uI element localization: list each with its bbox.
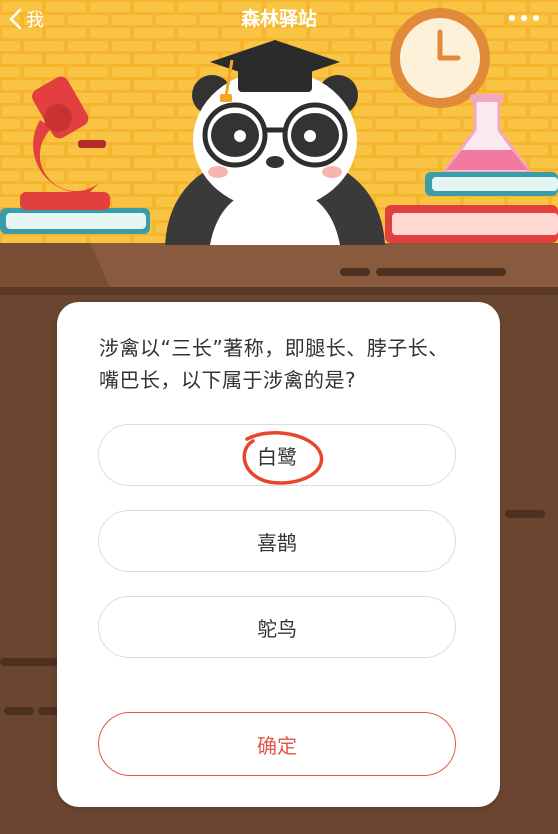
option-2-button[interactable]: 喜鹊 (98, 510, 456, 572)
option-1-label: 白鹭 (257, 444, 297, 469)
page-title: 森林驿站 (240, 8, 317, 30)
more-dots-icon (509, 15, 539, 21)
option-2-label: 喜鹊 (257, 530, 297, 555)
confirm-button[interactable]: 确定 (98, 712, 456, 776)
confirm-label: 确定 (257, 733, 297, 758)
option-3-button[interactable]: 鸵鸟 (98, 596, 456, 658)
question-text: 涉禽以“三长”著称，即腿长、脖子长、嘴巴长，以下属于涉禽的是? (99, 336, 449, 392)
more-menu-button[interactable] (504, 6, 544, 30)
quiz-card: 涉禽以“三长”著称，即腿长、脖子长、嘴巴长，以下属于涉禽的是? 白鹭 喜鹊 鸵鸟… (57, 302, 500, 807)
option-1-button[interactable]: 白鹭 (98, 424, 456, 486)
option-3-label: 鸵鸟 (257, 616, 297, 641)
top-nav-bar: 我 森林驿站 (0, 0, 558, 40)
